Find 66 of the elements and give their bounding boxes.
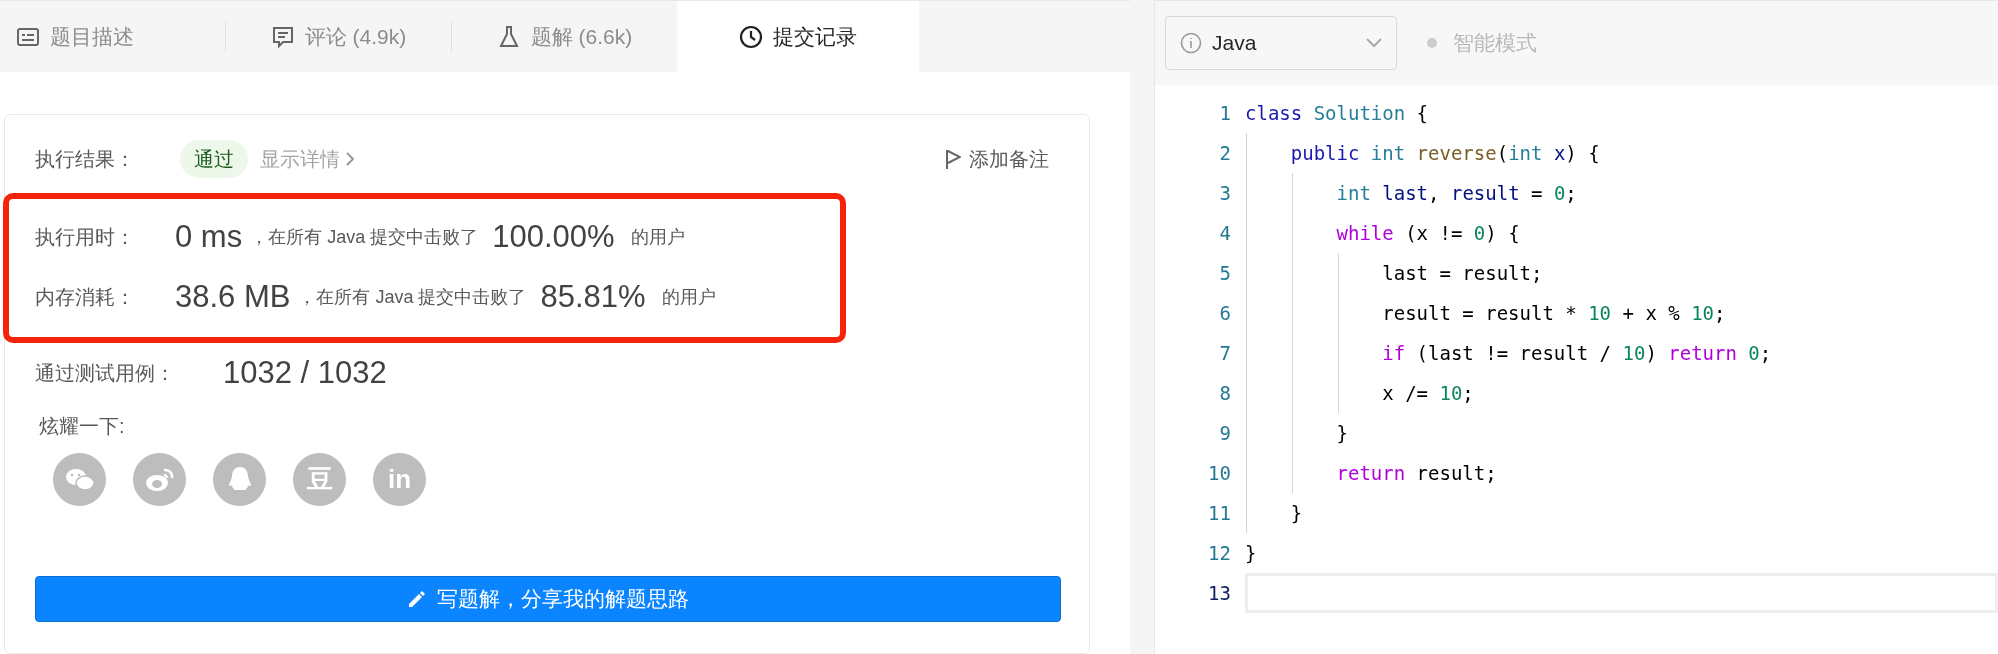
wechat-share-button[interactable] bbox=[53, 453, 106, 506]
pencil-icon bbox=[407, 589, 427, 609]
tab[interactable]: 评论 (4.9k) bbox=[226, 1, 451, 72]
tab[interactable]: 提交记录 bbox=[677, 1, 919, 72]
tab[interactable]: 题解 (6.6k) bbox=[452, 1, 677, 72]
line-number: 2 bbox=[1218, 140, 1232, 166]
code-line: while (x != 0) { bbox=[1335, 220, 1520, 246]
line-number: 8 bbox=[1218, 380, 1232, 406]
line-number: 3 bbox=[1218, 180, 1232, 206]
dot-icon bbox=[1427, 38, 1437, 48]
line-number: 10 bbox=[1207, 460, 1232, 486]
code-line: } bbox=[1289, 500, 1303, 526]
flag-icon bbox=[945, 149, 961, 169]
code-line: result = result * 10 + x % 10; bbox=[1381, 300, 1726, 326]
stat-text: ，在所有 Java 提交中击败了 bbox=[298, 285, 527, 309]
stat-value: 0 ms bbox=[175, 217, 243, 256]
code-line: } bbox=[1335, 420, 1348, 446]
tests-value: 1032 / 1032 bbox=[223, 353, 387, 392]
line-number: 7 bbox=[1218, 340, 1232, 366]
status-badge: 通过 bbox=[180, 140, 248, 178]
comment-icon bbox=[270, 24, 295, 49]
linkedin-share-button[interactable]: in bbox=[373, 453, 426, 506]
line-number: 9 bbox=[1218, 420, 1232, 446]
chevron-right-icon bbox=[346, 152, 354, 166]
tab[interactable]: 题目描述 bbox=[0, 1, 225, 72]
eye-icon bbox=[144, 466, 175, 493]
stat-text: ，在所有 Java 提交中击败了 bbox=[250, 225, 479, 249]
stat-percent: 85.81% bbox=[540, 277, 646, 316]
code-line: public int reverse(int x) { bbox=[1289, 140, 1600, 166]
line-number: 12 bbox=[1207, 540, 1232, 566]
stat-label: 执行用时： bbox=[35, 225, 136, 250]
code-line: if (last != result / 10) return 0; bbox=[1381, 340, 1772, 366]
line-number: 6 bbox=[1218, 300, 1232, 326]
code-line: last = result; bbox=[1381, 260, 1543, 286]
panel-splitter[interactable] bbox=[1130, 0, 1155, 654]
weibo-share-button[interactable] bbox=[133, 453, 186, 506]
code-line: int last, result = 0; bbox=[1335, 180, 1577, 206]
line-number: 11 bbox=[1207, 500, 1232, 526]
code-line: return result; bbox=[1335, 460, 1497, 486]
smart-mode-toggle[interactable]: 智能模式 bbox=[1427, 27, 1537, 59]
write-solution-button[interactable]: 写题解，分享我的解题思路 bbox=[35, 576, 1061, 622]
stat-label: 内存消耗： bbox=[35, 285, 136, 310]
code-line: x /= 10; bbox=[1381, 380, 1474, 406]
language-dropdown[interactable]: Java bbox=[1165, 16, 1397, 70]
result-label: 执行结果： bbox=[35, 147, 136, 172]
add-note-button[interactable]: 添加备注 bbox=[945, 144, 1049, 174]
stat-suffix: 的用户 bbox=[661, 285, 716, 309]
stat-percent: 100.00% bbox=[492, 217, 615, 256]
line-number: 1 bbox=[1218, 100, 1232, 126]
line-number: 4 bbox=[1218, 220, 1232, 246]
details-link[interactable]: 显示详情 bbox=[260, 144, 354, 174]
description-icon bbox=[16, 26, 40, 47]
douban-share-button[interactable]: 豆 bbox=[293, 453, 346, 506]
line-number: 5 bbox=[1218, 260, 1232, 286]
code-line: class Solution { bbox=[1245, 100, 1429, 126]
share-label: 炫耀一下: bbox=[38, 414, 126, 439]
clock-icon bbox=[739, 24, 763, 49]
stat-suffix: 的用户 bbox=[630, 225, 685, 249]
qq-share-button[interactable] bbox=[213, 453, 266, 506]
chevron-down-icon bbox=[1366, 38, 1382, 48]
line-number: 13 bbox=[1207, 580, 1232, 606]
info-icon bbox=[1180, 32, 1202, 54]
code-line: } bbox=[1245, 540, 1257, 566]
tests-label: 通过测试用例： bbox=[35, 361, 176, 386]
chat-bubbles-icon bbox=[64, 466, 95, 493]
stat-value: 38.6 MB bbox=[175, 277, 291, 316]
